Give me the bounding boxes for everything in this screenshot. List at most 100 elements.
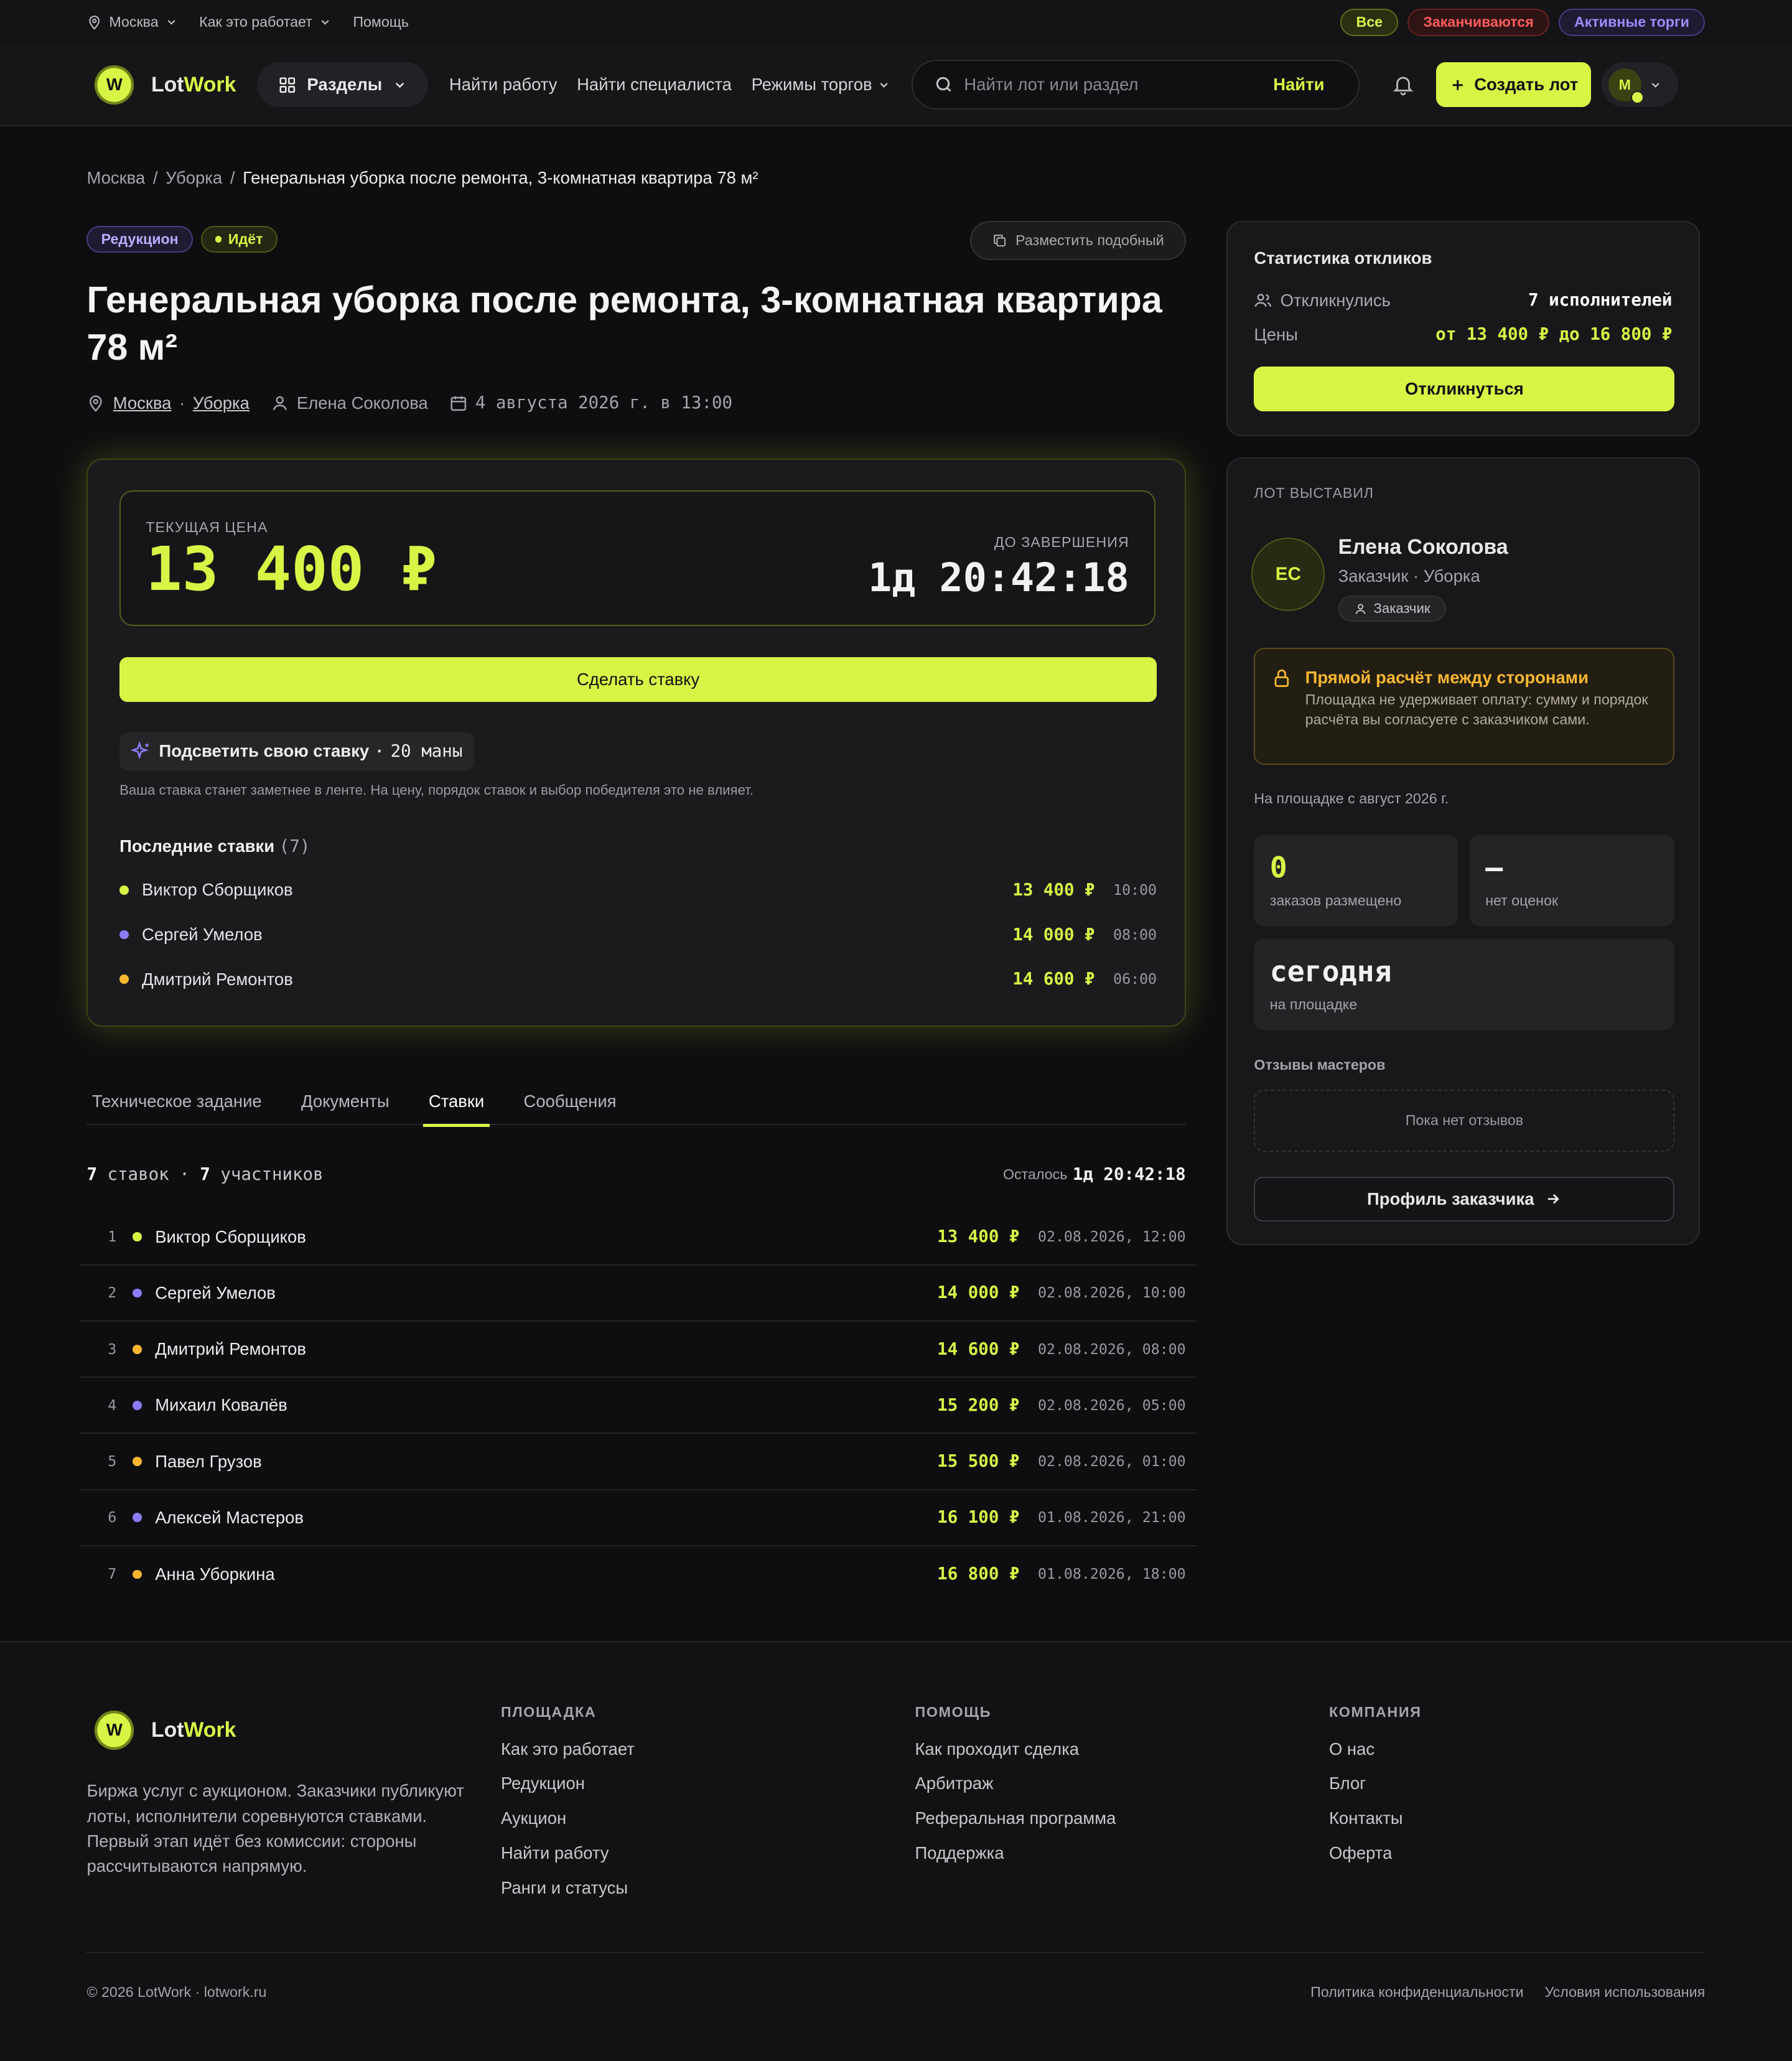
bid-date: 02.08.2026, 05:00 xyxy=(1037,1396,1186,1414)
meta-category-link[interactable]: Уборка xyxy=(193,393,250,413)
lock-icon xyxy=(1274,669,1289,687)
bid-rank: 7 xyxy=(108,1566,117,1583)
terms-link[interactable]: Условия использования xyxy=(1544,1984,1705,2001)
city-selector[interactable]: Москва xyxy=(86,14,178,30)
nav-find-work[interactable]: Найти работу xyxy=(449,75,558,95)
privacy-link[interactable]: Политика конфиденциальности xyxy=(1310,1984,1524,2001)
user-menu[interactable]: М xyxy=(1602,62,1678,108)
how-it-works-menu[interactable]: Как это работает xyxy=(199,14,332,30)
logo[interactable]: W LotWork xyxy=(95,65,236,105)
participants-word: участников xyxy=(220,1164,324,1184)
time-left-label: Осталось xyxy=(1003,1166,1068,1182)
tab-documents[interactable]: Документы xyxy=(296,1078,394,1125)
breadcrumb-category[interactable]: Уборка xyxy=(166,168,222,187)
bid-rank: 1 xyxy=(108,1228,117,1246)
breadcrumb-city[interactable]: Москва xyxy=(86,168,145,187)
filter-active[interactable]: Активные торги xyxy=(1558,8,1706,37)
footer-link[interactable]: Как проходит сделка xyxy=(915,1739,1116,1774)
last-bids-title: Последние ставки (7) xyxy=(119,836,310,856)
nav-trade-modes-label: Режимы торгов xyxy=(751,75,872,95)
brand-second: Work xyxy=(184,1718,236,1742)
table-row: 4 Михаил Ковалёв 15 200 ₽ 02.08.2026, 05… xyxy=(78,1378,1197,1434)
footer-link[interactable]: Ранги и статусы xyxy=(501,1878,635,1913)
footer-link[interactable]: Блог xyxy=(1329,1774,1422,1808)
place-similar-button[interactable]: Разместить подобный xyxy=(970,220,1186,261)
search-input[interactable]: Найти лот или раздел xyxy=(964,75,1273,95)
bidder-name: Дмитрий Ремонтов xyxy=(155,1339,306,1359)
owner-subtitle: Заказчик · Уборка xyxy=(1338,566,1480,586)
respond-button[interactable]: Откликнуться xyxy=(1254,367,1675,412)
create-lot-button[interactable]: Создать лот xyxy=(1435,62,1592,108)
location-pin-icon xyxy=(89,16,100,30)
footer-link[interactable]: Реферальная программа xyxy=(915,1808,1116,1843)
bidder-name: Виктор Сборщиков xyxy=(142,880,293,900)
filter-all[interactable]: Все xyxy=(1340,8,1399,37)
bidder-name: Алексей Мастеров xyxy=(155,1507,304,1527)
location-pin-icon xyxy=(90,395,103,412)
make-bid-button[interactable]: Сделать ставку xyxy=(119,657,1157,703)
bid-date: 01.08.2026, 21:00 xyxy=(1037,1509,1186,1526)
bidder-name: Сергей Умелов xyxy=(155,1283,276,1302)
logo-mark: W xyxy=(95,65,134,105)
meta-city-link[interactable]: Москва xyxy=(113,393,172,413)
users-icon xyxy=(1254,294,1272,307)
bid-time: 08:00 xyxy=(1113,926,1157,943)
customer-profile-button[interactable]: Профиль заказчика xyxy=(1254,1176,1675,1222)
countdown-timer: 1д 20:42:18 xyxy=(868,554,1129,601)
table-row: 6 Алексей Мастеров 16 100 ₽ 01.08.2026, … xyxy=(78,1490,1197,1546)
bidder-dot xyxy=(133,1344,142,1354)
help-link[interactable]: Помощь xyxy=(353,14,409,30)
highlight-bid-button[interactable]: Подсветить свою ставку · 20 маны xyxy=(119,732,475,770)
orders-value: 0 xyxy=(1269,850,1287,884)
footer-link[interactable]: Контакты xyxy=(1329,1808,1422,1843)
highlight-note: Ваша ставка станет заметнее в ленте. На … xyxy=(119,782,754,798)
tab-bids[interactable]: Ставки xyxy=(423,1078,490,1127)
filter-ending[interactable]: Заканчиваются xyxy=(1407,8,1550,37)
tab-technical-spec[interactable]: Техническое задание xyxy=(86,1078,267,1125)
bid-price: 15 200 ₽ xyxy=(937,1395,1020,1415)
bidder-dot xyxy=(133,1569,142,1579)
footer-link[interactable]: Найти работу xyxy=(501,1843,635,1878)
bid-date: 02.08.2026, 10:00 xyxy=(1037,1284,1186,1302)
last-bids-title-text: Последние ставки xyxy=(119,836,275,856)
bidder-dot xyxy=(133,1513,142,1523)
footer-column-title: КОМПАНИЯ xyxy=(1328,1703,1422,1720)
footer-link[interactable]: Аукцион xyxy=(501,1808,635,1843)
search-bar[interactable]: Найти лот или раздел Найти xyxy=(912,60,1360,110)
copy-icon xyxy=(994,235,1006,247)
bidder-dot xyxy=(133,1457,142,1466)
status-badge: Идёт xyxy=(200,226,278,253)
bidder-name: Виктор Сборщиков xyxy=(155,1227,306,1246)
owner-role-badge: Заказчик xyxy=(1338,595,1446,622)
footer-link[interactable]: Арбитраж xyxy=(915,1774,1116,1808)
bid-panel: ТЕКУЩАЯ ЦЕНА 13 400 ₽ ДО ЗАВЕРШЕНИЯ 1д 2… xyxy=(86,459,1186,1027)
footer-link[interactable]: Оферта xyxy=(1329,1843,1422,1878)
table-row: 3 Дмитрий Ремонтов 14 600 ₽ 02.08.2026, … xyxy=(78,1322,1197,1378)
sections-button[interactable]: Разделы xyxy=(257,62,429,108)
last-bids-count: (7) xyxy=(279,836,310,856)
main-header: W LotWork Разделы Найти работу Найти спе… xyxy=(0,44,1792,126)
footer-logo[interactable]: W LotWork xyxy=(95,1710,236,1750)
grid-icon xyxy=(279,77,296,93)
bid-rank: 5 xyxy=(108,1453,117,1470)
footer-link[interactable]: Как это работает xyxy=(501,1739,635,1774)
nav-trade-modes[interactable]: Режимы торгов xyxy=(752,75,891,95)
brand-first: Lot xyxy=(151,72,184,96)
direct-payment-warning: Прямой расчёт между сторонами Площадка н… xyxy=(1254,648,1675,765)
nav-find-specialist[interactable]: Найти специалиста xyxy=(577,75,732,95)
lot-tabs: Техническое задание Документы Ставки Соо… xyxy=(86,1078,1186,1127)
prices-range: от 13 400 ₽ до 16 800 ₽ xyxy=(1435,325,1673,345)
user-icon xyxy=(1355,604,1366,614)
search-button[interactable]: Найти xyxy=(1273,75,1324,95)
bidder-dot xyxy=(133,1400,142,1410)
bids-word: ставок xyxy=(107,1164,169,1184)
bidder-name: Анна Уборкина xyxy=(155,1564,275,1584)
tab-messages[interactable]: Сообщения xyxy=(518,1078,622,1125)
notifications-button[interactable] xyxy=(1391,73,1415,96)
price-box: ТЕКУЩАЯ ЦЕНА 13 400 ₽ ДО ЗАВЕРШЕНИЯ 1д 2… xyxy=(119,490,1155,626)
footer-link[interactable]: Поддержка xyxy=(915,1843,1116,1878)
bell-icon xyxy=(1393,77,1414,96)
breadcrumb-current: Генеральная уборка после ремонта, 3-комн… xyxy=(243,168,758,188)
footer-link[interactable]: О нас xyxy=(1329,1739,1422,1774)
footer-link[interactable]: Редукцион xyxy=(501,1774,635,1808)
